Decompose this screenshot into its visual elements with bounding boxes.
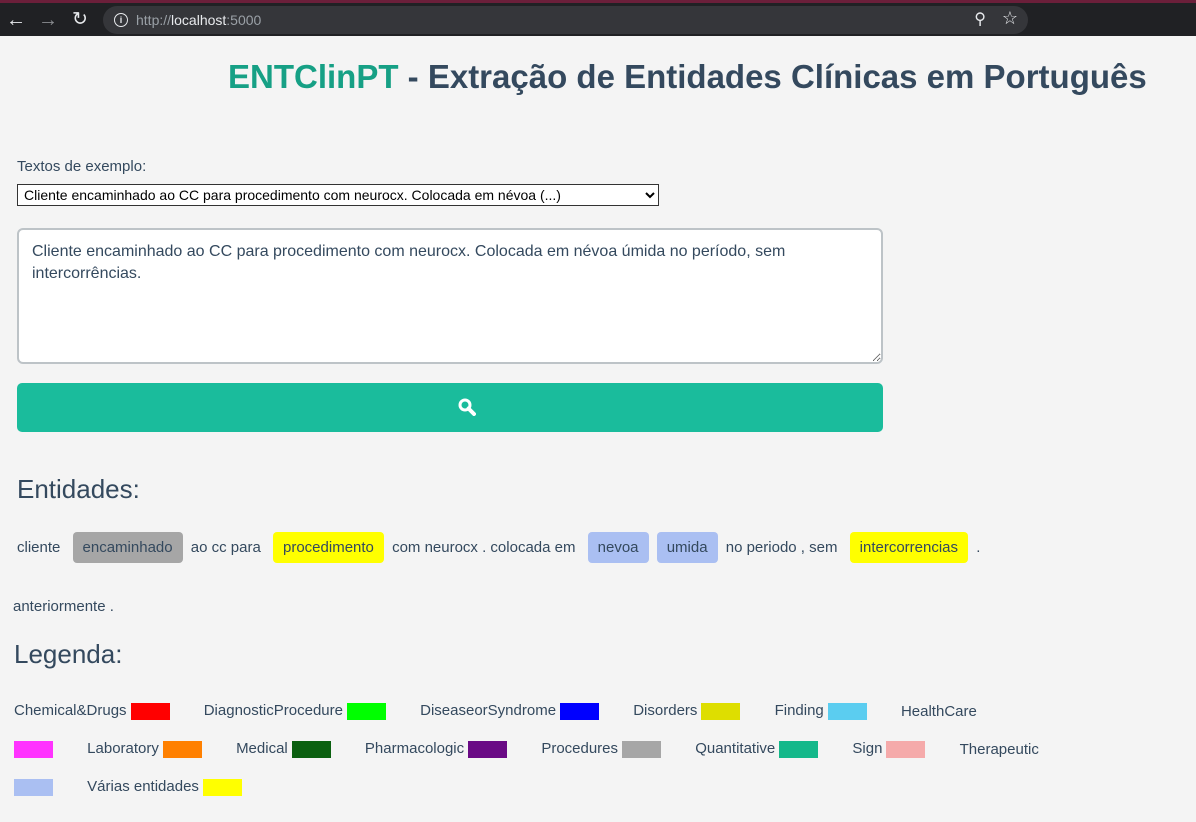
- token-text: cliente: [17, 539, 61, 556]
- token-text: com neurocx . colocada em: [392, 539, 576, 556]
- legend-swatch: [622, 740, 662, 758]
- legend-item: Finding: [775, 702, 867, 720]
- legend-item: Chemical&Drugs: [14, 702, 170, 720]
- address-bar[interactable]: i http://localhost:5000 ⚲ ☆: [103, 6, 1028, 34]
- zoom-icon[interactable]: ⚲: [974, 9, 986, 29]
- token-text: ao cc para: [190, 539, 261, 556]
- legend-swatch: [827, 702, 867, 720]
- legend-swatch: [14, 778, 53, 796]
- clinical-text-input[interactable]: Cliente encaminhado ao CC para procedime…: [17, 228, 883, 364]
- entity-tag: intercorrencias: [849, 532, 969, 563]
- legend-item: Disorders: [633, 702, 741, 720]
- page-title: ENTClinPT - Extração de Entidades Clínic…: [228, 58, 1147, 96]
- legend-item: Quantitative: [695, 740, 819, 758]
- bookmark-star-icon[interactable]: ☆: [1002, 8, 1018, 29]
- forward-arrow-icon[interactable]: →: [36, 8, 60, 32]
- legend-item: Sign: [852, 740, 926, 758]
- legend-row: Chemical&Drugs DiagnosticProcedure Disea…: [14, 702, 981, 722]
- legend-item: HealthCare: [900, 702, 977, 720]
- legend-swatch: [291, 740, 331, 758]
- legend-item: Procedures: [541, 740, 662, 758]
- legend-swatch: [202, 778, 242, 796]
- legend-item: Therapeutic: [959, 740, 1039, 758]
- legend-swatch: [779, 740, 819, 758]
- entities-output: cliente encaminhado ao cc para procedime…: [17, 532, 1017, 564]
- search-button[interactable]: [17, 383, 883, 432]
- token-text: .: [976, 539, 981, 556]
- legend-item: Pharmacologic: [365, 740, 508, 758]
- legend-swatch: [130, 702, 170, 720]
- reload-icon[interactable]: ↻: [68, 8, 92, 32]
- legend-item: DiagnosticProcedure: [204, 702, 386, 720]
- legend-item: Várias entidades: [87, 778, 242, 796]
- legend-heading: Legenda:: [14, 639, 123, 669]
- legend-swatch: [14, 740, 53, 758]
- entities-heading: Entidades:: [17, 474, 140, 504]
- legend-row: Várias entidades: [14, 778, 242, 798]
- entities-overflow-text: anteriormente .: [13, 598, 114, 615]
- info-icon[interactable]: i: [114, 13, 128, 27]
- search-icon: [458, 398, 476, 416]
- examples-select[interactable]: Cliente encaminhado ao CC para procedime…: [17, 184, 659, 206]
- examples-label: Textos de exemplo:: [17, 158, 147, 175]
- legend-swatch: [468, 740, 508, 758]
- entity-tag: encaminhado: [72, 532, 183, 563]
- legend-row: Laboratory Medical Pharmacologic Procedu…: [14, 740, 1043, 760]
- legend-item: [14, 778, 53, 796]
- brand-name: ENTClinPT: [228, 58, 399, 95]
- legend-swatch: [560, 702, 600, 720]
- legend-swatch: [346, 702, 386, 720]
- legend-item: DiseaseorSyndrome: [420, 702, 600, 720]
- back-arrow-icon[interactable]: ←: [4, 8, 28, 32]
- token-text: no periodo , sem: [725, 539, 838, 556]
- legend-item: Laboratory: [87, 740, 202, 758]
- legend-item: Medical: [236, 740, 331, 758]
- title-text: - Extração de Entidades Clínicas em Port…: [398, 58, 1147, 95]
- url-text: http://localhost:5000: [136, 12, 262, 28]
- entity-tag: umida: [656, 532, 718, 563]
- legend-swatch: [886, 740, 926, 758]
- entity-tag: procedimento: [273, 532, 384, 563]
- entity-tag: nevoa: [587, 532, 649, 563]
- browser-toolbar: ← → ↻ i http://localhost:5000 ⚲ ☆: [0, 0, 1196, 36]
- legend-swatch: [162, 740, 202, 758]
- legend-swatch: [701, 702, 741, 720]
- legend-item: [14, 740, 53, 758]
